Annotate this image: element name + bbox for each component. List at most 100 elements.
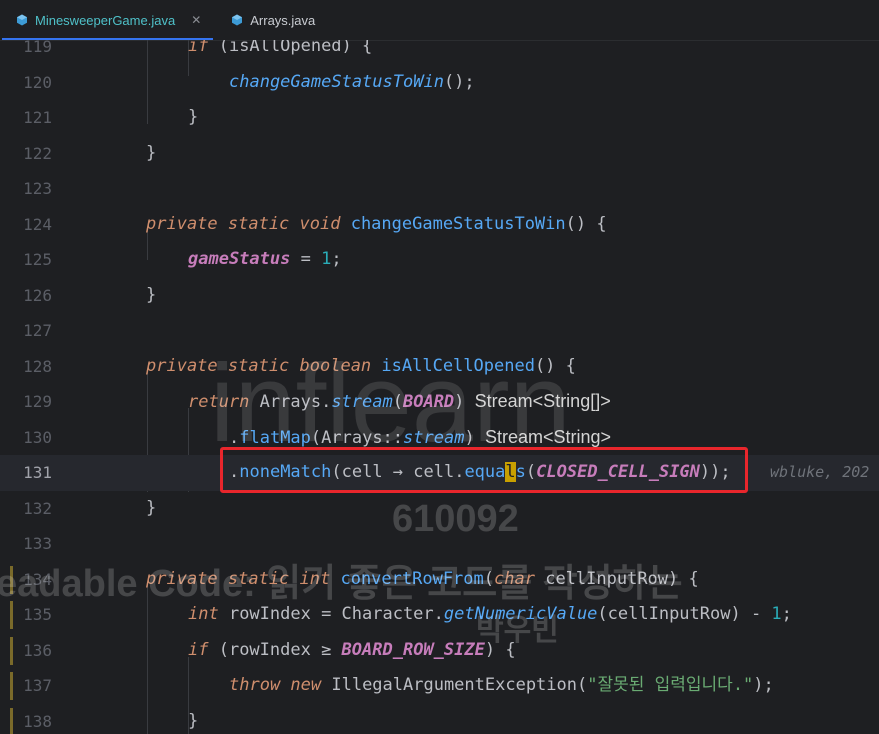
- code-line-138[interactable]: 138}: [0, 704, 879, 734]
- code-line-136[interactable]: 136 if (rowIndex ≥ BOARD_ROW_SIZE) {: [0, 633, 879, 669]
- code-token: changeGameStatusToWin: [229, 71, 444, 92]
- code-token: IllegalArgumentException(: [331, 675, 588, 695]
- code-text[interactable]: private static boolean isAllCellOpened()…: [146, 349, 576, 385]
- code-line-122[interactable]: 122}: [0, 136, 879, 172]
- code-token: );: [753, 675, 774, 695]
- code-token: ;: [781, 604, 792, 624]
- code-text[interactable]: changeGameStatusToWin();: [229, 65, 475, 101]
- line-number[interactable]: 133: [0, 526, 52, 562]
- code-token: 1: [771, 604, 782, 624]
- code-token: isAllCellOpened: [381, 355, 535, 376]
- line-number[interactable]: 127: [0, 313, 52, 349]
- line-number[interactable]: 136: [0, 633, 52, 669]
- git-blame-annotation: wbluke, 202: [770, 463, 870, 481]
- line-number[interactable]: 124: [0, 207, 52, 243]
- code-token: (isAllOpened) {: [208, 40, 373, 56]
- code-line-135[interactable]: 135 int rowIndex = Character.getNumericVa…: [0, 597, 879, 633]
- code-text[interactable]: throw new IllegalArgumentException("잘못된 …: [229, 668, 774, 704]
- line-number[interactable]: 137: [0, 668, 52, 704]
- code-line-120[interactable]: 120 changeGameStatusToWin();: [0, 65, 879, 101]
- code-text[interactable]: }: [146, 278, 156, 314]
- code-token: private static int: [146, 568, 341, 589]
- code-line-133[interactable]: 133: [0, 526, 879, 562]
- code-token: "잘못된 입력입니다.": [587, 675, 754, 695]
- code-token: }: [146, 142, 157, 163]
- code-text[interactable]: }: [146, 136, 156, 172]
- code-text[interactable]: int rowIndex = Character.getNumericValue…: [188, 597, 792, 633]
- code-text[interactable]: }: [146, 491, 156, 527]
- code-token: ;: [331, 249, 342, 269]
- line-number[interactable]: 122: [0, 136, 52, 172]
- code-token: if: [188, 40, 209, 56]
- code-line-128[interactable]: 128 private static boolean isAllCellOpene…: [0, 349, 879, 385]
- code-text[interactable]: }: [188, 100, 198, 136]
- code-token: Arrays.: [259, 392, 332, 412]
- type-inlay-hint: Stream<String[]>: [474, 391, 611, 411]
- code-token: ();: [443, 71, 475, 92]
- tab-minesweepergame-java[interactable]: MinesweeperGame.java ✕: [0, 0, 215, 40]
- line-number[interactable]: 130: [0, 420, 52, 456]
- code-token: BOARD: [402, 392, 455, 412]
- code-line-124[interactable]: 124 private static void changeGameStatusT…: [0, 207, 879, 243]
- code-line-132[interactable]: 132}: [0, 491, 879, 527]
- line-number[interactable]: 126: [0, 278, 52, 314]
- code-line-129[interactable]: 129 return Arrays.stream(BOARD) Stream<St…: [0, 384, 879, 420]
- line-number[interactable]: 138: [0, 704, 52, 734]
- code-token: flatMap: [239, 427, 311, 448]
- code-text[interactable]: }: [188, 704, 198, 734]
- code-text[interactable]: if (isAllOpened) {: [188, 40, 372, 65]
- line-number[interactable]: 120: [0, 65, 52, 101]
- code-token: }: [188, 710, 199, 731]
- code-token: char: [494, 568, 546, 589]
- code-token: }: [146, 497, 157, 518]
- code-token: convertRowFrom: [340, 568, 484, 589]
- line-number[interactable]: 129: [0, 384, 52, 420]
- code-line-127[interactable]: 127: [0, 313, 879, 349]
- line-number[interactable]: 121: [0, 100, 52, 136]
- code-text[interactable]: return Arrays.stream(BOARD) Stream<Strin…: [188, 384, 611, 421]
- line-number[interactable]: 125: [0, 242, 52, 278]
- code-token: .: [229, 427, 240, 448]
- close-tab-icon[interactable]: ✕: [191, 13, 201, 27]
- code-line-126[interactable]: 126}: [0, 278, 879, 314]
- java-class-icon: [232, 14, 243, 26]
- code-token: return: [188, 392, 260, 412]
- line-number[interactable]: 123: [0, 171, 52, 207]
- code-editor[interactable]: 119 if (isAllOpened) { 120 changeGameStatus…: [0, 40, 879, 734]
- line-number[interactable]: 134: [0, 562, 52, 598]
- highlight-annotation-box: [220, 447, 748, 493]
- code-line-123[interactable]: 123: [0, 171, 879, 207]
- code-token: () {: [534, 355, 576, 376]
- code-token: }: [146, 284, 157, 305]
- code-token: 1: [321, 249, 332, 269]
- code-line-134[interactable]: 134 private static int convertRowFrom(cha…: [0, 562, 879, 598]
- editor-tab-bar: MinesweeperGame.java ✕ Arrays.java: [0, 0, 879, 41]
- code-token: if: [188, 639, 219, 660]
- code-text[interactable]: private static int convertRowFrom(char c…: [146, 562, 699, 598]
- code-token: int: [188, 604, 229, 624]
- code-token: private static boolean: [146, 355, 382, 376]
- line-number[interactable]: 135: [0, 597, 52, 633]
- code-token: getNumericValue: [443, 604, 598, 624]
- code-line-121[interactable]: 121}: [0, 100, 879, 136]
- code-line-119[interactable]: 119 if (isAllOpened) {: [0, 40, 879, 65]
- code-token: (: [392, 392, 403, 412]
- code-line-125[interactable]: 125 gameStatus = 1;: [0, 242, 879, 278]
- type-inlay-hint: Stream<String>: [484, 426, 611, 447]
- line-number[interactable]: 132: [0, 491, 52, 527]
- code-token: private static void: [146, 213, 351, 234]
- code-text[interactable]: if (rowIndex ≥ BOARD_ROW_SIZE) {: [188, 633, 516, 669]
- tab-arrays-java[interactable]: Arrays.java: [215, 0, 329, 40]
- code-text[interactable]: private static void changeGameStatusToWi…: [146, 207, 607, 243]
- tab-label: MinesweeperGame.java: [35, 12, 176, 28]
- code-token: changeGameStatusToWin: [350, 213, 566, 234]
- line-number[interactable]: 119: [0, 40, 52, 65]
- java-class-icon: [17, 14, 27, 26]
- line-number[interactable]: 131: [0, 455, 52, 491]
- code-token: (: [483, 568, 495, 589]
- code-token: cellInputRow) {: [545, 568, 699, 589]
- code-token: =: [290, 249, 322, 269]
- code-text[interactable]: gameStatus = 1;: [188, 242, 342, 278]
- line-number[interactable]: 128: [0, 349, 52, 385]
- code-line-137[interactable]: 137 throw new IllegalArgumentException("잘…: [0, 668, 879, 704]
